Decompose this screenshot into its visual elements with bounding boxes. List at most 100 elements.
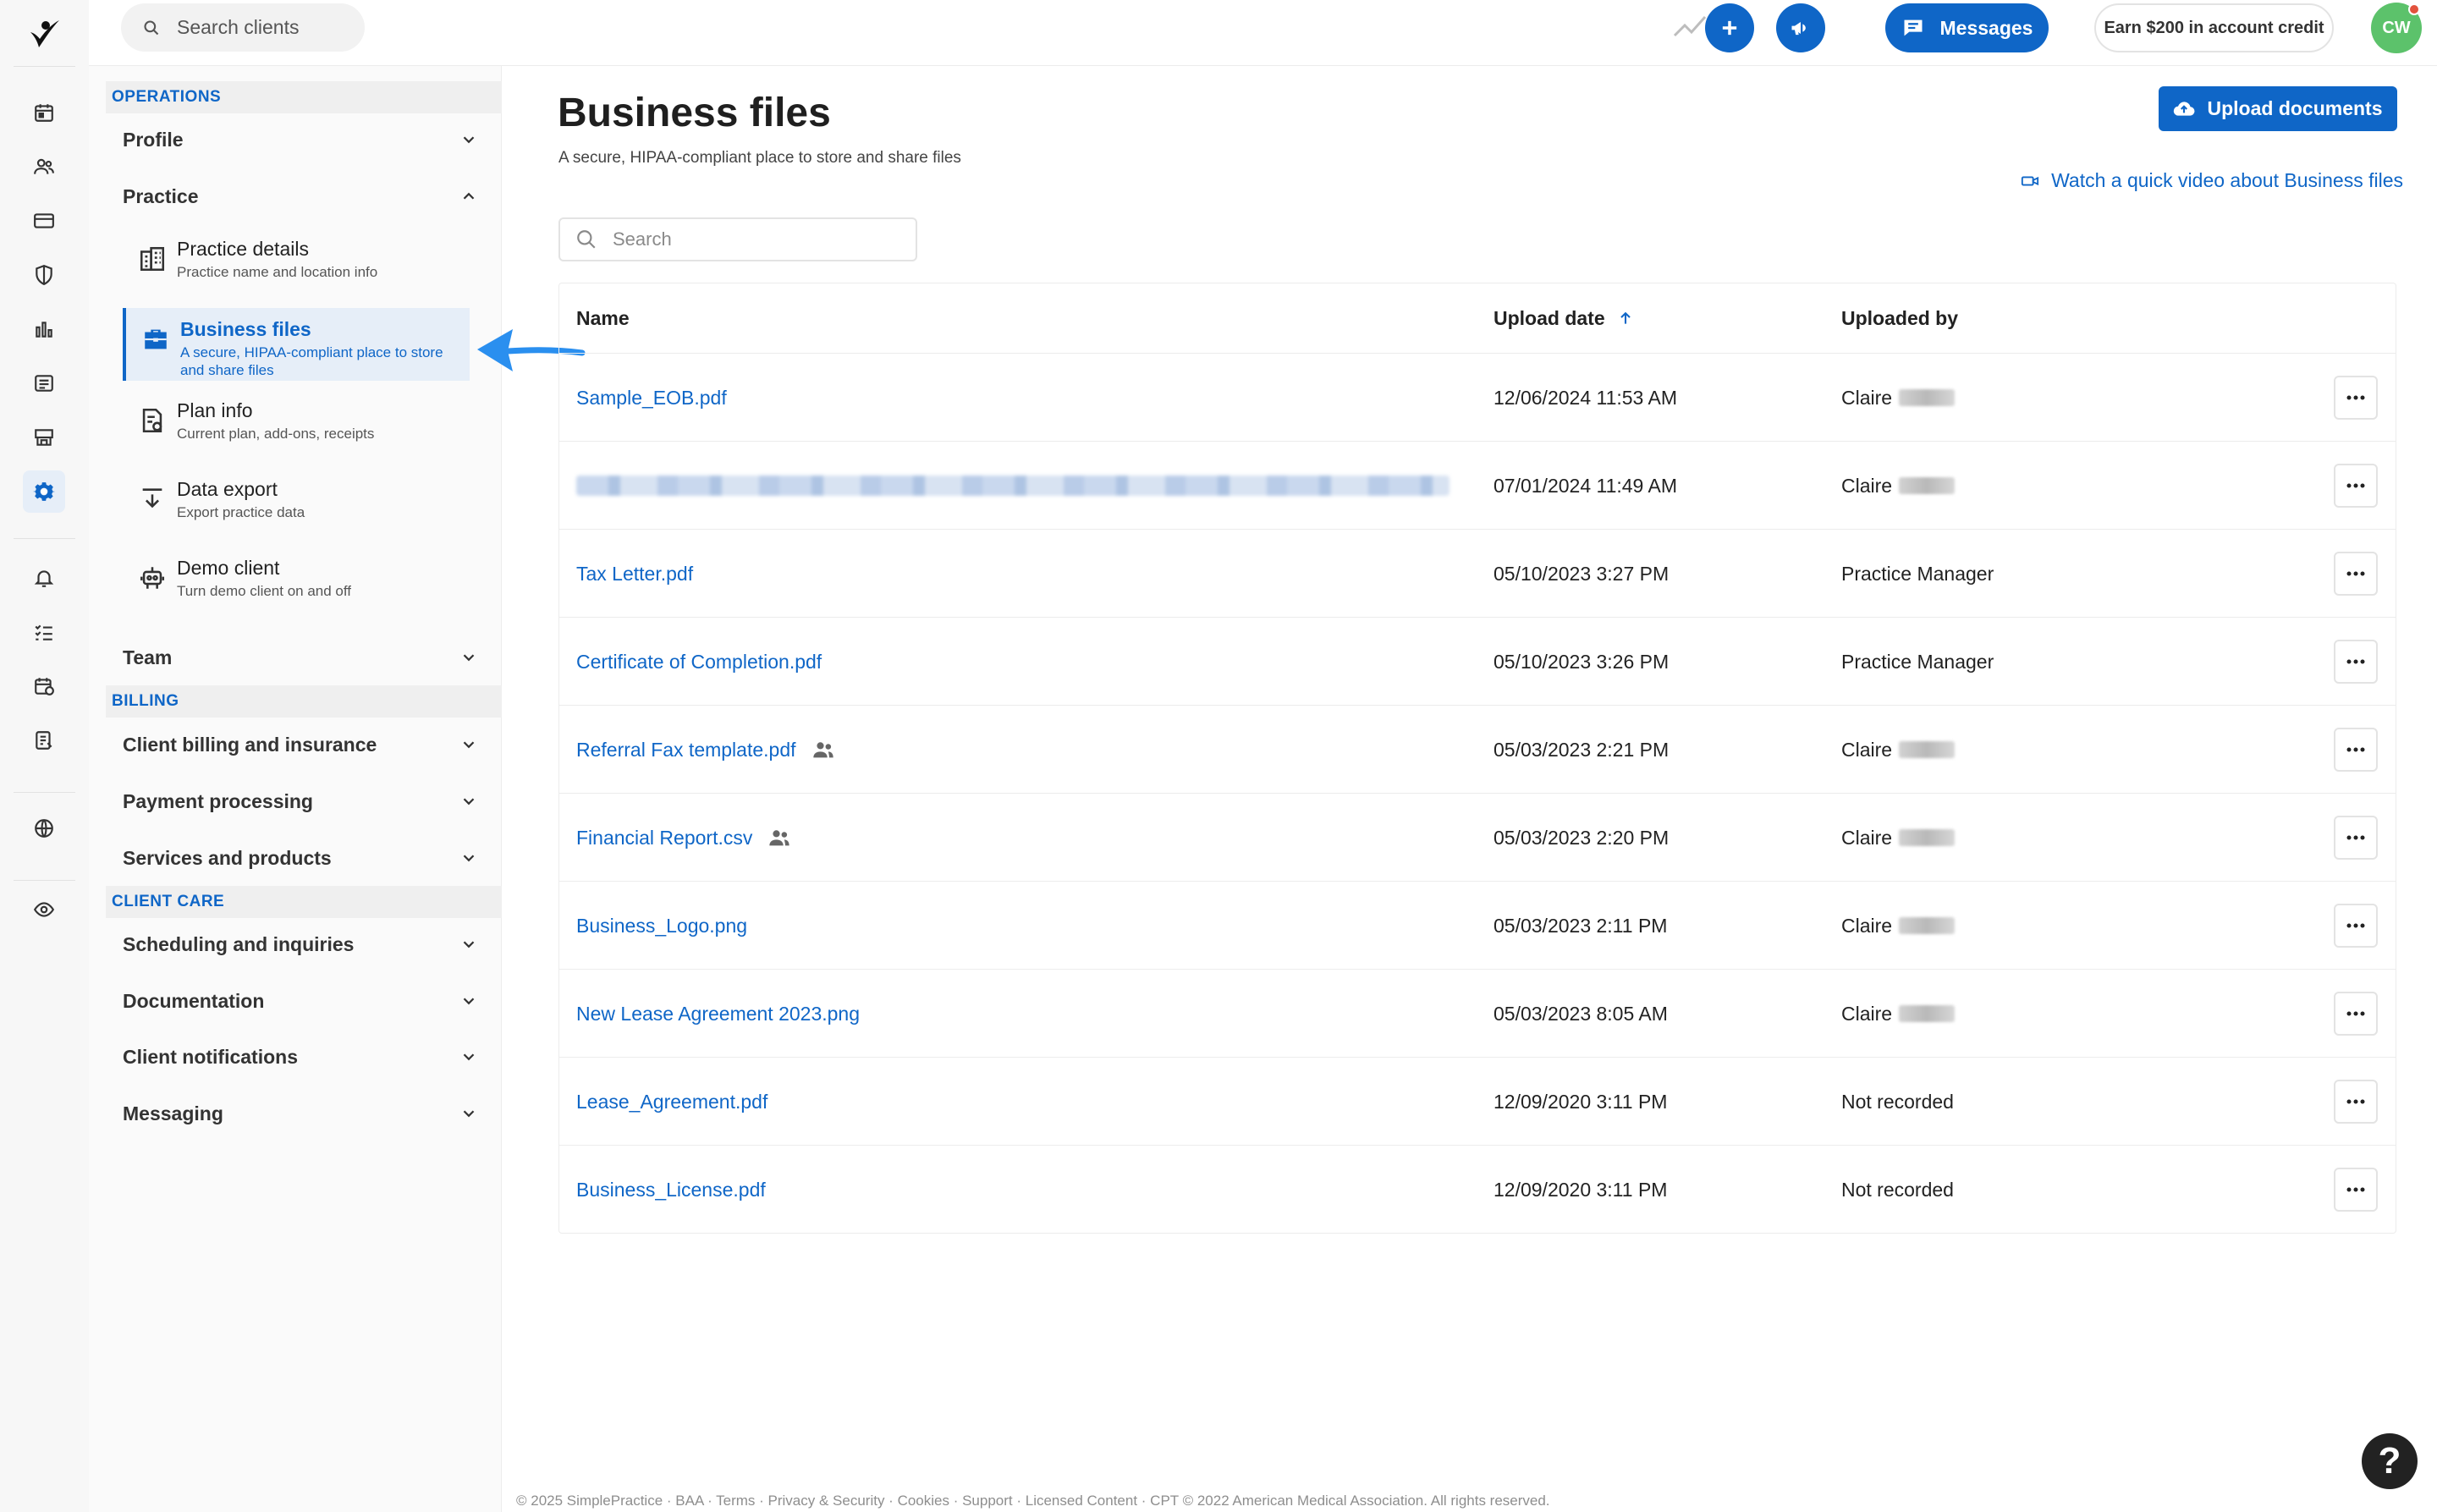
table-row: Financial Report.csv 05/03/2023 2:20 PM … [559,793,2396,881]
uploaded-by: Not recorded [1841,1146,1954,1234]
chevron-down-icon [463,1110,475,1118]
tasks-checklist-icon[interactable] [23,611,65,653]
accordion-services-products[interactable]: Services and products [106,837,478,879]
accordion-documentation[interactable]: Documentation [106,980,478,1022]
accordion-team[interactable]: Team [106,636,478,679]
insurance-shield-icon[interactable] [23,254,65,296]
help-button[interactable]: ? [2362,1433,2418,1489]
file-name-link[interactable]: Business_License.pdf [576,1146,766,1234]
column-header-upload-date[interactable]: Upload date [1494,283,1634,353]
row-actions-button[interactable] [2334,640,2378,684]
column-uploaded-by-label: Uploaded by [1841,306,1959,329]
row-actions-button[interactable] [2334,1168,2378,1212]
accordion-client-notifications[interactable]: Client notifications [106,1036,478,1078]
search-clients-input[interactable]: Search clients [121,3,365,52]
watch-video-link[interactable]: Watch a quick video about Business files [2021,169,2403,192]
uploader-name: Not recorded [1841,1178,1954,1201]
accordion-payment-processing-label: Payment processing [123,789,313,812]
documents-icon[interactable] [23,719,65,761]
row-actions-button[interactable] [2334,1080,2378,1124]
user-avatar[interactable]: CW [2371,3,2422,53]
file-name-link[interactable] [576,442,1450,530]
calendar-icon[interactable] [23,91,65,134]
row-actions-button[interactable] [2334,552,2378,596]
file-name-link[interactable]: Lease_Agreement.pdf [576,1058,767,1146]
billing-card-icon[interactable] [23,200,65,242]
clients-icon[interactable] [23,146,65,188]
column-header-uploaded-by[interactable]: Uploaded by [1841,283,1958,353]
uploader-name: Practice Manager [1841,562,1994,585]
eye-icon[interactable] [23,888,65,931]
file-name-link[interactable]: Certificate of Completion.pdf [576,618,822,706]
marketplace-store-icon[interactable] [23,416,65,459]
analytics-bar-chart-icon[interactable] [23,308,65,350]
notification-dot [2408,3,2420,15]
requests-calendar-icon[interactable] [23,665,65,707]
demo-client-title: Demo client [177,557,280,579]
row-actions-button[interactable] [2334,816,2378,860]
column-header-name[interactable]: Name [576,283,630,353]
more-horizontal-icon [2346,659,2365,664]
more-horizontal-icon [2346,395,2365,400]
earn-credit-button[interactable]: Earn $200 in account credit [2094,3,2334,52]
file-name-link[interactable]: Business_Logo.png [576,882,747,970]
activity-list-icon[interactable] [23,362,65,404]
accordion-payment-processing[interactable]: Payment processing [106,780,478,822]
chevron-down-icon [463,1053,475,1061]
robot-icon [140,567,165,589]
section-operations: OPERATIONS [106,81,502,113]
accordion-profile[interactable]: Profile [106,118,478,161]
sidebar-item-business-files[interactable]: Business files A secure, HIPAA-compliant… [123,308,470,381]
row-actions-button[interactable] [2334,376,2378,420]
table-row: Referral Fax template.pdf 05/03/2023 2:2… [559,705,2396,793]
file-name-link[interactable]: New Lease Agreement 2023.png [576,970,860,1058]
uploaded-by: Claire [1841,970,1956,1058]
simplepractice-logo-icon[interactable] [25,15,63,52]
file-search-input[interactable]: Search [558,217,917,261]
business-files-desc: A secure, HIPAA-compliant place to store… [180,344,443,378]
notifications-bell-icon[interactable] [23,557,65,599]
trend-line-icon[interactable] [1671,12,1708,41]
more-horizontal-icon [2346,747,2365,752]
file-name-link[interactable]: Referral Fax template.pdf [576,706,835,794]
accordion-profile-label: Profile [123,128,184,151]
chevron-down-icon [463,654,475,662]
accordion-scheduling[interactable]: Scheduling and inquiries [106,923,478,965]
accordion-scheduling-label: Scheduling and inquiries [123,932,355,955]
row-actions-button[interactable] [2334,464,2378,508]
table-row: Sample_EOB.pdf 12/06/2024 11:53 AM Clair… [559,353,2396,441]
sidebar-item-demo-client[interactable]: Demo client Turn demo client on and off [123,547,470,619]
chevron-down-icon [463,136,475,144]
announcements-button[interactable] [1776,3,1825,52]
upload-documents-button[interactable]: Upload documents [2159,86,2397,131]
building-icon [140,246,165,272]
plan-info-title: Plan info [177,399,253,421]
demo-client-desc: Turn demo client on and off [177,583,352,599]
file-name-link[interactable]: Sample_EOB.pdf [576,354,727,442]
globe-icon[interactable] [23,807,65,849]
accordion-practice[interactable]: Practice [106,175,478,217]
megaphone-icon [1791,22,1806,36]
icon-rail [0,0,89,1512]
file-name-link[interactable]: Tax Letter.pdf [576,530,693,618]
uploader-name: Not recorded [1841,1090,1954,1113]
data-export-desc: Export practice data [177,504,305,520]
main-content: Business files A secure, HIPAA-compliant… [502,66,2437,1512]
settings-gear-icon[interactable] [23,470,65,513]
create-new-button[interactable] [1705,3,1754,52]
accordion-messaging[interactable]: Messaging [106,1092,478,1135]
table-row: Lease_Agreement.pdf 12/09/2020 3:11 PM N… [559,1057,2396,1145]
messages-button[interactable]: Messages [1885,3,2049,52]
file-name-link[interactable]: Financial Report.csv [576,794,791,882]
chat-bubble-icon [1904,19,1923,36]
row-actions-button[interactable] [2334,728,2378,772]
page-footer: © 2025 SimplePractice · BAA · Terms · Pr… [516,1493,1550,1509]
sidebar-item-practice-details[interactable]: Practice details Practice name and locat… [123,228,470,300]
row-actions-button[interactable] [2334,992,2378,1036]
sidebar-item-data-export[interactable]: Data export Export practice data [123,468,470,541]
accordion-documentation-label: Documentation [123,989,265,1012]
sidebar-item-plan-info[interactable]: Plan info Current plan, add-ons, receipt… [123,389,470,462]
row-actions-button[interactable] [2334,904,2378,948]
upload-date: 12/06/2024 11:53 AM [1494,386,1677,409]
accordion-client-billing[interactable]: Client billing and insurance [106,723,478,766]
